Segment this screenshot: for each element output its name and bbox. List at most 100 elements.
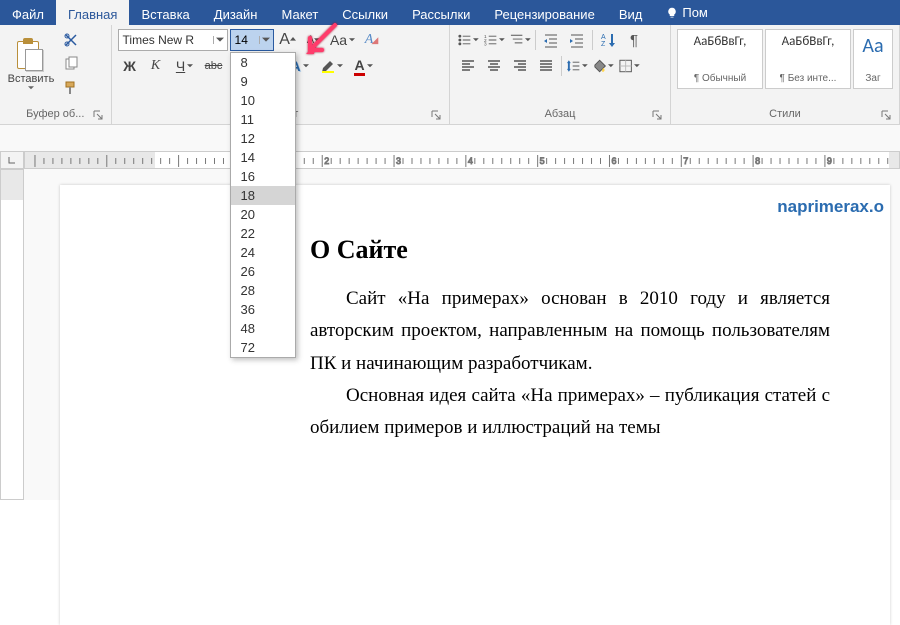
align-right-button[interactable] xyxy=(508,55,532,77)
cut-button[interactable] xyxy=(60,29,82,51)
menu-references[interactable]: Ссылки xyxy=(330,0,400,25)
font-size-option[interactable]: 22 xyxy=(231,224,295,243)
font-size-option[interactable]: 9 xyxy=(231,72,295,91)
document-area: 123456789 naprimerax.o О Сайте Сайт «На … xyxy=(0,125,900,500)
menu-view[interactable]: Вид xyxy=(607,0,655,25)
underline-button[interactable]: Ч xyxy=(170,55,200,77)
font-size-option[interactable]: 8 xyxy=(231,53,295,72)
font-size-option[interactable]: 14 xyxy=(231,148,295,167)
style-no-spacing[interactable]: АаБбВвГг, ¶ Без инте... xyxy=(765,29,851,89)
svg-text:6: 6 xyxy=(611,156,616,166)
horizontal-ruler[interactable]: 123456789 xyxy=(24,151,900,169)
font-size-combo[interactable]: 14 xyxy=(230,29,274,51)
paste-icon xyxy=(15,39,47,73)
bucket-icon xyxy=(592,58,607,74)
grow-font-button[interactable]: A xyxy=(276,29,300,51)
menu-mailings[interactable]: Рассылки xyxy=(400,0,482,25)
font-launcher[interactable] xyxy=(429,108,443,122)
line-spacing-icon xyxy=(566,58,581,74)
bullets-button[interactable] xyxy=(456,29,480,51)
borders-icon xyxy=(618,58,633,74)
chevron-down-icon xyxy=(213,36,227,44)
group-paragraph: 123 AZ ¶ Абзац xyxy=(450,25,671,124)
paste-button[interactable]: Вставить xyxy=(6,29,56,99)
paragraph-launcher[interactable] xyxy=(650,108,664,122)
font-size-option[interactable]: 10 xyxy=(231,91,295,110)
bullets-icon xyxy=(457,32,472,48)
svg-text:9: 9 xyxy=(827,156,832,166)
align-center-button[interactable] xyxy=(482,55,506,77)
chevron-down-icon xyxy=(187,63,193,69)
lightbulb-icon xyxy=(666,7,678,19)
font-size-option[interactable]: 16 xyxy=(231,167,295,186)
multilevel-list-button[interactable] xyxy=(508,29,532,51)
font-size-option[interactable]: 28 xyxy=(231,281,295,300)
chevron-down-icon xyxy=(259,36,273,44)
font-size-option[interactable]: 24 xyxy=(231,243,295,262)
font-size-option[interactable]: 72 xyxy=(231,338,295,357)
italic-button[interactable]: К xyxy=(144,55,168,77)
numbering-button[interactable]: 123 xyxy=(482,29,506,51)
line-spacing-button[interactable] xyxy=(565,55,589,77)
font-size-option[interactable]: 20 xyxy=(231,205,295,224)
brush-icon xyxy=(63,80,79,96)
increase-indent-button[interactable] xyxy=(565,29,589,51)
bold-button[interactable]: Ж xyxy=(118,55,142,77)
font-size-dropdown: 891011121416182022242628364872 xyxy=(230,52,296,358)
group-styles: АаБбВвГг, ¶ Обычный АаБбВвГг, ¶ Без инте… xyxy=(671,25,900,124)
font-size-option[interactable]: 12 xyxy=(231,129,295,148)
justify-icon xyxy=(538,58,554,74)
group-styles-label: Стили xyxy=(677,106,893,124)
tell-me[interactable]: Пом xyxy=(654,0,708,25)
doc-paragraph: Сайт «На примерах» основан в 2010 году и… xyxy=(310,283,830,380)
menu-home[interactable]: Главная xyxy=(56,0,129,25)
sort-button[interactable]: AZ xyxy=(596,29,620,51)
ruler-corner[interactable] xyxy=(0,151,24,169)
decrease-indent-button[interactable] xyxy=(539,29,563,51)
font-color-button[interactable]: A xyxy=(349,55,379,77)
doc-paragraph: Основная идея сайта «На примерах» – публ… xyxy=(310,380,830,445)
page[interactable]: naprimerax.o О Сайте Сайт «На примерах» … xyxy=(60,185,890,625)
clipboard-launcher[interactable] xyxy=(91,108,105,122)
font-size-value: 14 xyxy=(231,33,259,47)
menu-bar: Файл Главная Вставка Дизайн Макет Ссылки… xyxy=(0,0,900,25)
font-size-option[interactable]: 26 xyxy=(231,262,295,281)
vertical-ruler[interactable] xyxy=(0,169,24,500)
font-family-combo[interactable]: Times New R xyxy=(118,29,228,51)
menu-review[interactable]: Рецензирование xyxy=(482,0,606,25)
svg-text:A: A xyxy=(601,34,606,41)
strikethrough-button[interactable]: abc xyxy=(202,55,226,77)
style-normal[interactable]: АаБбВвГг, ¶ Обычный xyxy=(677,29,763,89)
styles-launcher[interactable] xyxy=(879,108,893,122)
show-marks-button[interactable]: ¶ xyxy=(622,29,646,51)
shading-button[interactable] xyxy=(591,55,615,77)
group-clipboard: Вставить Буфер об... xyxy=(0,25,112,124)
menu-design[interactable]: Дизайн xyxy=(202,0,270,25)
eraser-icon: ◢ xyxy=(371,35,378,46)
menu-file[interactable]: Файл xyxy=(0,0,56,25)
justify-button[interactable] xyxy=(534,55,558,77)
scissors-icon xyxy=(63,32,79,48)
font-size-option[interactable]: 11 xyxy=(231,110,295,129)
svg-text:Z: Z xyxy=(601,41,606,48)
format-painter-button[interactable] xyxy=(60,77,82,99)
pilcrow-icon: ¶ xyxy=(630,32,638,49)
svg-text:8: 8 xyxy=(755,156,760,166)
menu-insert[interactable]: Вставка xyxy=(129,0,201,25)
style-sample: АаБбВвГг, xyxy=(694,34,747,49)
chevron-down-icon xyxy=(349,37,355,43)
align-left-button[interactable] xyxy=(456,55,480,77)
clear-formatting-button[interactable]: A◢ xyxy=(360,29,384,51)
font-size-option[interactable]: 48 xyxy=(231,319,295,338)
group-font: Times New R 14 8910111214161820222426283… xyxy=(112,25,450,124)
font-size-option[interactable]: 36 xyxy=(231,300,295,319)
svg-text:3: 3 xyxy=(396,156,401,166)
copy-button[interactable] xyxy=(60,53,82,75)
chevron-down-icon xyxy=(27,85,35,91)
font-size-option[interactable]: 18 xyxy=(231,186,295,205)
svg-text:2: 2 xyxy=(324,156,329,166)
tab-stop-icon xyxy=(7,155,17,165)
style-heading[interactable]: Аа Заг xyxy=(853,29,893,89)
borders-button[interactable] xyxy=(617,55,641,77)
svg-text:7: 7 xyxy=(683,156,688,166)
